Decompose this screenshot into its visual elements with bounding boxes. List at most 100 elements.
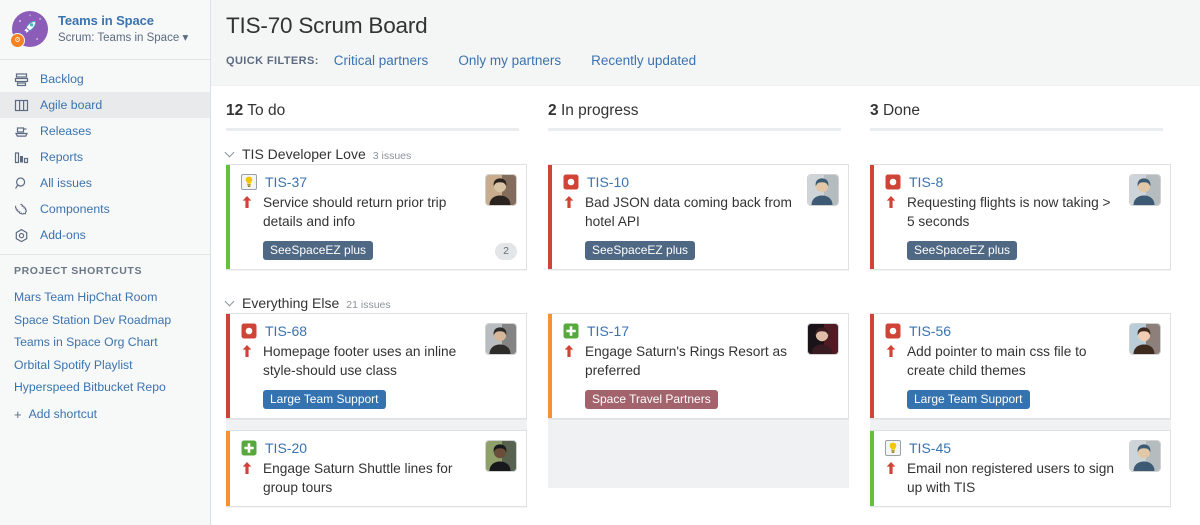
- swimlane-name: Everything Else: [242, 295, 340, 311]
- sidebar-item-components[interactable]: Components: [0, 196, 210, 222]
- issue-card[interactable]: TIS-45 Email non registered users to sign…: [870, 430, 1171, 507]
- shortcut-link[interactable]: Mars Team HipChat Room: [14, 286, 210, 309]
- issue-card[interactable]: TIS-8 Requesting flights is now taking > …: [870, 164, 1171, 270]
- column-name: To do: [247, 102, 286, 119]
- swimlane-header[interactable]: Everything Else 21 issues: [226, 281, 1200, 313]
- sidebar-nav: Backlog Agile board Releases Reports All…: [0, 60, 210, 254]
- swimlane-cell-inner: TIS-10 Bad JSON data coming back from hot…: [548, 164, 849, 270]
- column-rule: [226, 128, 519, 131]
- shortcut-link[interactable]: Orbital Spotify Playlist: [14, 354, 210, 377]
- board-icon: [14, 98, 36, 113]
- page-title: TIS-70 Scrum Board: [226, 13, 428, 38]
- addons-icon: [14, 228, 36, 243]
- project-board-selector[interactable]: Scrum: Teams in Space ▾: [58, 31, 188, 45]
- issue-card[interactable]: TIS-68 Homepage footer uses an inline sty…: [226, 313, 527, 419]
- board-column-in-progress: 2 In progress: [548, 86, 870, 132]
- backlog-icon: [14, 72, 36, 87]
- chevron-down-icon[interactable]: [226, 296, 236, 306]
- board-column-done: 3 Done: [870, 86, 1192, 132]
- assignee-avatar[interactable]: [1129, 323, 1161, 355]
- issue-card[interactable]: TIS-56 Add pointer to main css file to cr…: [870, 313, 1171, 419]
- sidebar-item-releases[interactable]: Releases: [0, 118, 210, 144]
- assignee-avatar[interactable]: [485, 440, 517, 472]
- add-shortcut-button[interactable]: + Add shortcut: [14, 407, 210, 422]
- avatar: [808, 175, 838, 205]
- jira-scrum-board-app: ⚙ Teams in Space Scrum: Teams in Space ▾…: [0, 0, 1200, 525]
- project-shortcuts-section: PROJECT SHORTCUTS Mars Team HipChat Room…: [0, 255, 210, 422]
- avatar: [1130, 175, 1160, 205]
- assignee-avatar[interactable]: [807, 174, 839, 206]
- quick-filter-only-my-partners[interactable]: Only my partners: [458, 53, 561, 68]
- project-name[interactable]: Teams in Space: [58, 13, 188, 28]
- releases-icon: [14, 124, 36, 139]
- chevron-down-icon[interactable]: [226, 147, 236, 157]
- shortcut-link[interactable]: Teams in Space Org Chart: [14, 331, 210, 354]
- swimlane-name: TIS Developer Love: [242, 146, 366, 162]
- issue-key[interactable]: TIS-56: [909, 323, 951, 339]
- shortcut-link[interactable]: Space Station Dev Roadmap: [14, 309, 210, 332]
- assignee-avatar[interactable]: [1129, 440, 1161, 472]
- avatar: [808, 324, 838, 354]
- plus-icon: +: [14, 406, 22, 422]
- bug-icon: [241, 323, 257, 339]
- sidebar-item-label: Releases: [40, 124, 92, 138]
- issue-key[interactable]: TIS-20: [265, 440, 307, 456]
- issue-key[interactable]: TIS-68: [265, 323, 307, 339]
- column-name: In progress: [560, 102, 639, 119]
- priority-high-icon: [242, 196, 252, 208]
- issue-labels: SeeSpaceEZ plus: [907, 241, 1160, 260]
- avatar: [486, 324, 516, 354]
- assignee-avatar[interactable]: [485, 323, 517, 355]
- assignee-avatar[interactable]: [485, 174, 517, 206]
- issue-labels: Large Team Support: [907, 390, 1160, 409]
- search-icon: [14, 176, 36, 191]
- issue-key[interactable]: TIS-37: [265, 174, 307, 190]
- swimlane-cell: TIS-37 Service should return prior trip d…: [226, 164, 548, 281]
- bug-icon: [563, 174, 579, 190]
- project-header[interactable]: ⚙ Teams in Space Scrum: Teams in Space ▾: [0, 0, 210, 59]
- add-shortcut-label: Add shortcut: [28, 407, 98, 421]
- project-sidebar: ⚙ Teams in Space Scrum: Teams in Space ▾…: [0, 0, 211, 525]
- issue-labels: Large Team Support: [263, 390, 516, 409]
- issue-card[interactable]: TIS-10 Bad JSON data coming back from hot…: [548, 164, 849, 270]
- sidebar-item-reports[interactable]: Reports: [0, 144, 210, 170]
- swimlane-cell: TIS-68 Homepage footer uses an inline sty…: [226, 313, 548, 518]
- sidebar-item-backlog[interactable]: Backlog: [0, 66, 210, 92]
- issue-card[interactable]: TIS-37 Service should return prior trip d…: [226, 164, 527, 270]
- issue-labels: SeeSpaceEZ plus: [263, 241, 516, 260]
- swimlane-cell-inner: TIS-56 Add pointer to main css file to cr…: [870, 313, 1171, 507]
- sidebar-item-all-issues[interactable]: All issues: [0, 170, 210, 196]
- issue-summary: Engage Saturn's Rings Resort as preferre…: [585, 344, 787, 378]
- shortcut-link[interactable]: Hyperspeed Bitbucket Repo: [14, 376, 210, 399]
- sidebar-item-label: Components: [40, 202, 110, 216]
- issue-card[interactable]: TIS-17 Engage Saturn's Rings Resort as pr…: [548, 313, 849, 419]
- project-shortcuts-title: PROJECT SHORTCUTS: [14, 265, 143, 277]
- issue-key[interactable]: TIS-45: [909, 440, 951, 456]
- issue-card[interactable]: TIS-20 Engage Saturn Shuttle lines for gr…: [226, 430, 527, 507]
- sidebar-item-agile-board[interactable]: Agile board: [0, 92, 210, 118]
- issue-label: Space Travel Partners: [585, 390, 718, 409]
- quick-filter-recently-updated[interactable]: Recently updated: [591, 53, 696, 68]
- issue-key[interactable]: TIS-8: [909, 174, 943, 190]
- issue-key[interactable]: TIS-17: [587, 323, 629, 339]
- assignee-avatar[interactable]: [1129, 174, 1161, 206]
- swimlane-header[interactable]: TIS Developer Love 3 issues: [226, 132, 1200, 164]
- swimlane-cell: TIS-56 Add pointer to main css file to cr…: [870, 313, 1192, 518]
- task-icon: [563, 323, 579, 339]
- issue-label: SeeSpaceEZ plus: [907, 241, 1018, 260]
- issue-summary: Bad JSON data coming back from hotel API: [585, 195, 792, 229]
- avatar: [486, 175, 516, 205]
- sidebar-item-addons[interactable]: Add-ons: [0, 222, 210, 248]
- issue-label: Large Team Support: [907, 390, 1030, 409]
- issue-labels: Space Travel Partners: [585, 390, 838, 409]
- issue-key[interactable]: TIS-10: [587, 174, 629, 190]
- assignee-avatar[interactable]: [807, 323, 839, 355]
- sidebar-item-label: Backlog: [40, 72, 84, 86]
- sidebar-item-label: Agile board: [40, 98, 103, 112]
- priority-high-icon: [242, 462, 252, 474]
- story-icon: [885, 440, 901, 456]
- quick-filter-critical-partners[interactable]: Critical partners: [334, 53, 429, 68]
- swimlane-container: TIS Developer Love 3 issues TIS-37 Service …: [211, 132, 1200, 518]
- issue-summary: Requesting flights is now taking > 5 sec…: [907, 195, 1111, 229]
- column-count: 12: [226, 102, 244, 119]
